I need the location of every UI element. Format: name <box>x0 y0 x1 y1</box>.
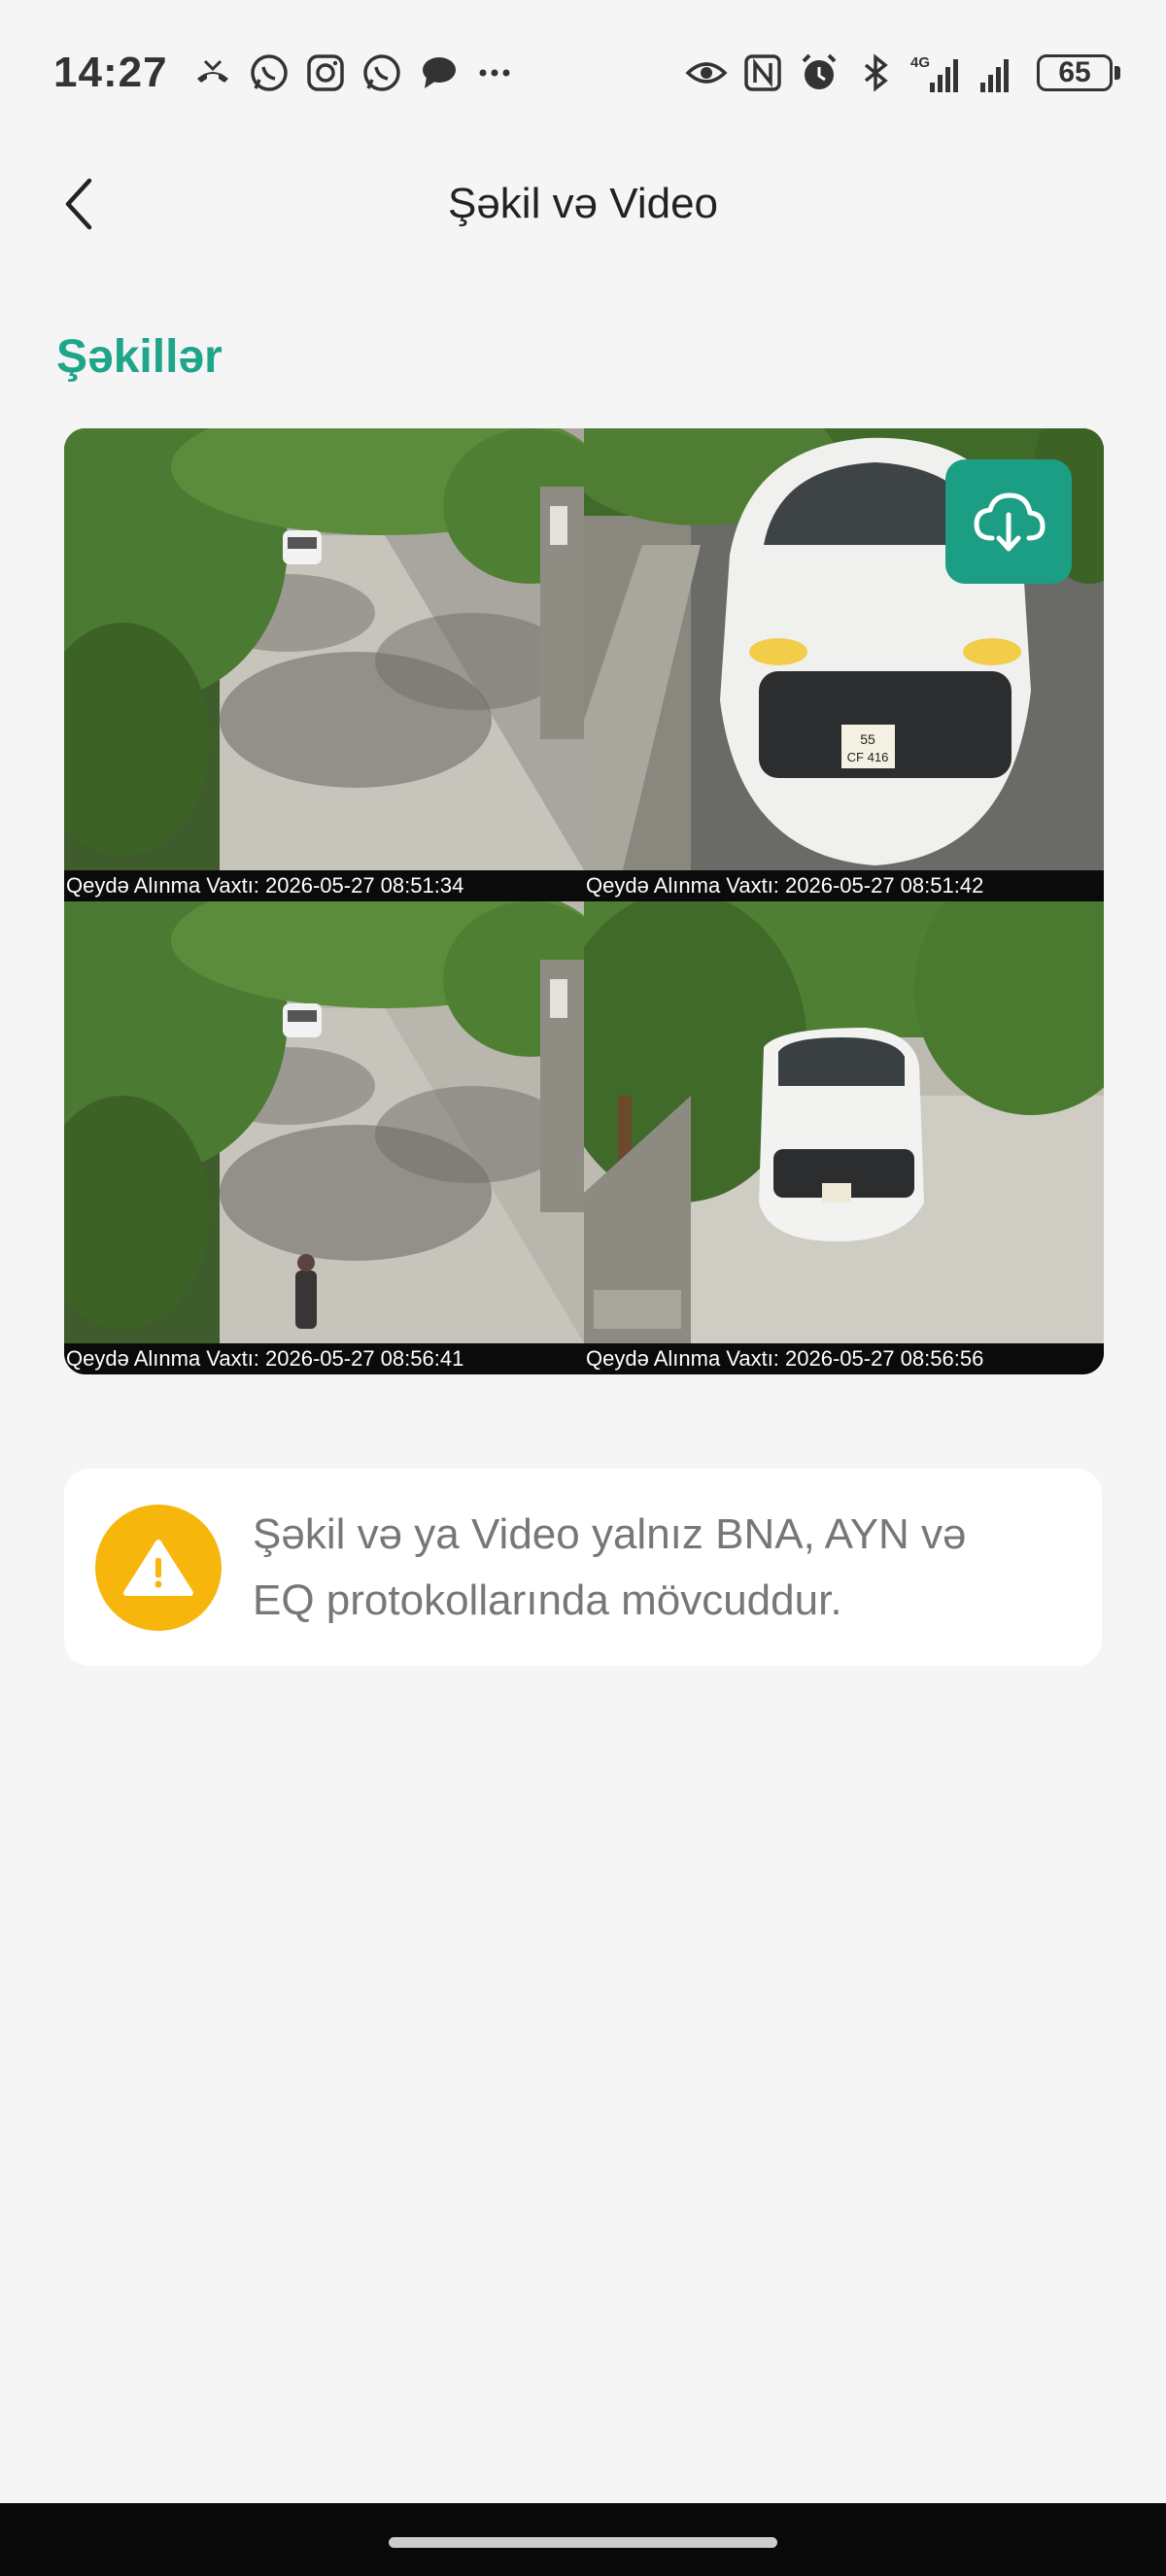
download-button[interactable] <box>945 459 1072 584</box>
signal-icon <box>980 59 1009 92</box>
page-title: Şəkil və Video <box>447 180 719 227</box>
warning-icon <box>123 1539 193 1596</box>
chat-bubble-icon <box>422 57 456 88</box>
notice-card: Şəkil və ya Video yalnız BNA, AYN və EQ … <box>64 1469 1102 1666</box>
whatsapp-business-icon <box>250 54 288 91</box>
status-bar: 14:27 4G 65 <box>0 0 1166 146</box>
car-photo <box>584 901 1104 1343</box>
eye-icon <box>685 62 728 84</box>
back-button[interactable] <box>49 173 111 235</box>
street-photo <box>64 901 584 1343</box>
whatsapp-icon <box>362 54 400 91</box>
status-time: 14:27 <box>53 49 168 96</box>
street-photo <box>64 428 584 870</box>
battery-icon: 65 <box>1037 54 1120 91</box>
photo-caption: Qeydə Alınma Vaxtı: 2026-05-27 08:51:42 <box>584 870 1104 901</box>
network-label: 4G <box>910 54 930 71</box>
notice-text: Şəkil və ya Video yalnız BNA, AYN və EQ … <box>253 1509 967 1624</box>
nav-header: Şəkil və Video <box>0 146 1166 262</box>
system-nav-bar <box>0 2503 1166 2576</box>
warning-icon-badge <box>95 1504 222 1631</box>
plate-line1: 55 <box>860 731 875 747</box>
missed-call-icon <box>196 59 228 83</box>
battery-level: 65 <box>1058 56 1091 88</box>
home-indicator[interactable] <box>389 2537 777 2548</box>
photo-caption: Qeydə Alınma Vaxtı: 2026-05-27 08:51:34 <box>64 870 584 901</box>
signal-4g-icon: 4G <box>910 54 958 92</box>
plate-line2: CF 416 <box>847 750 889 764</box>
instagram-icon <box>306 54 344 91</box>
photo-3[interactable]: Qeydə Alınma Vaxtı: 2026-05-27 08:56:41 <box>64 901 584 1374</box>
chevron-left-icon <box>65 178 92 230</box>
alarm-icon <box>802 53 837 89</box>
bluetooth-icon <box>864 53 888 92</box>
photo-4[interactable]: Qeydə Alınma Vaxtı: 2026-05-27 08:56:56 <box>584 901 1104 1374</box>
photo-caption: Qeydə Alınma Vaxtı: 2026-05-27 08:56:41 <box>64 1343 584 1374</box>
status-left: 14:27 <box>53 49 516 97</box>
photo-1[interactable]: Qeydə Alınma Vaxtı: 2026-05-27 08:51:34 <box>64 428 584 901</box>
section-title: Şəkillər <box>56 331 223 383</box>
photo-caption: Qeydə Alınma Vaxtı: 2026-05-27 08:56:56 <box>584 1343 1104 1374</box>
nfc-icon <box>744 54 781 91</box>
cloud-download-icon <box>974 492 1046 552</box>
status-right: 4G 65 <box>685 51 1120 94</box>
more-dots-icon <box>479 69 510 77</box>
